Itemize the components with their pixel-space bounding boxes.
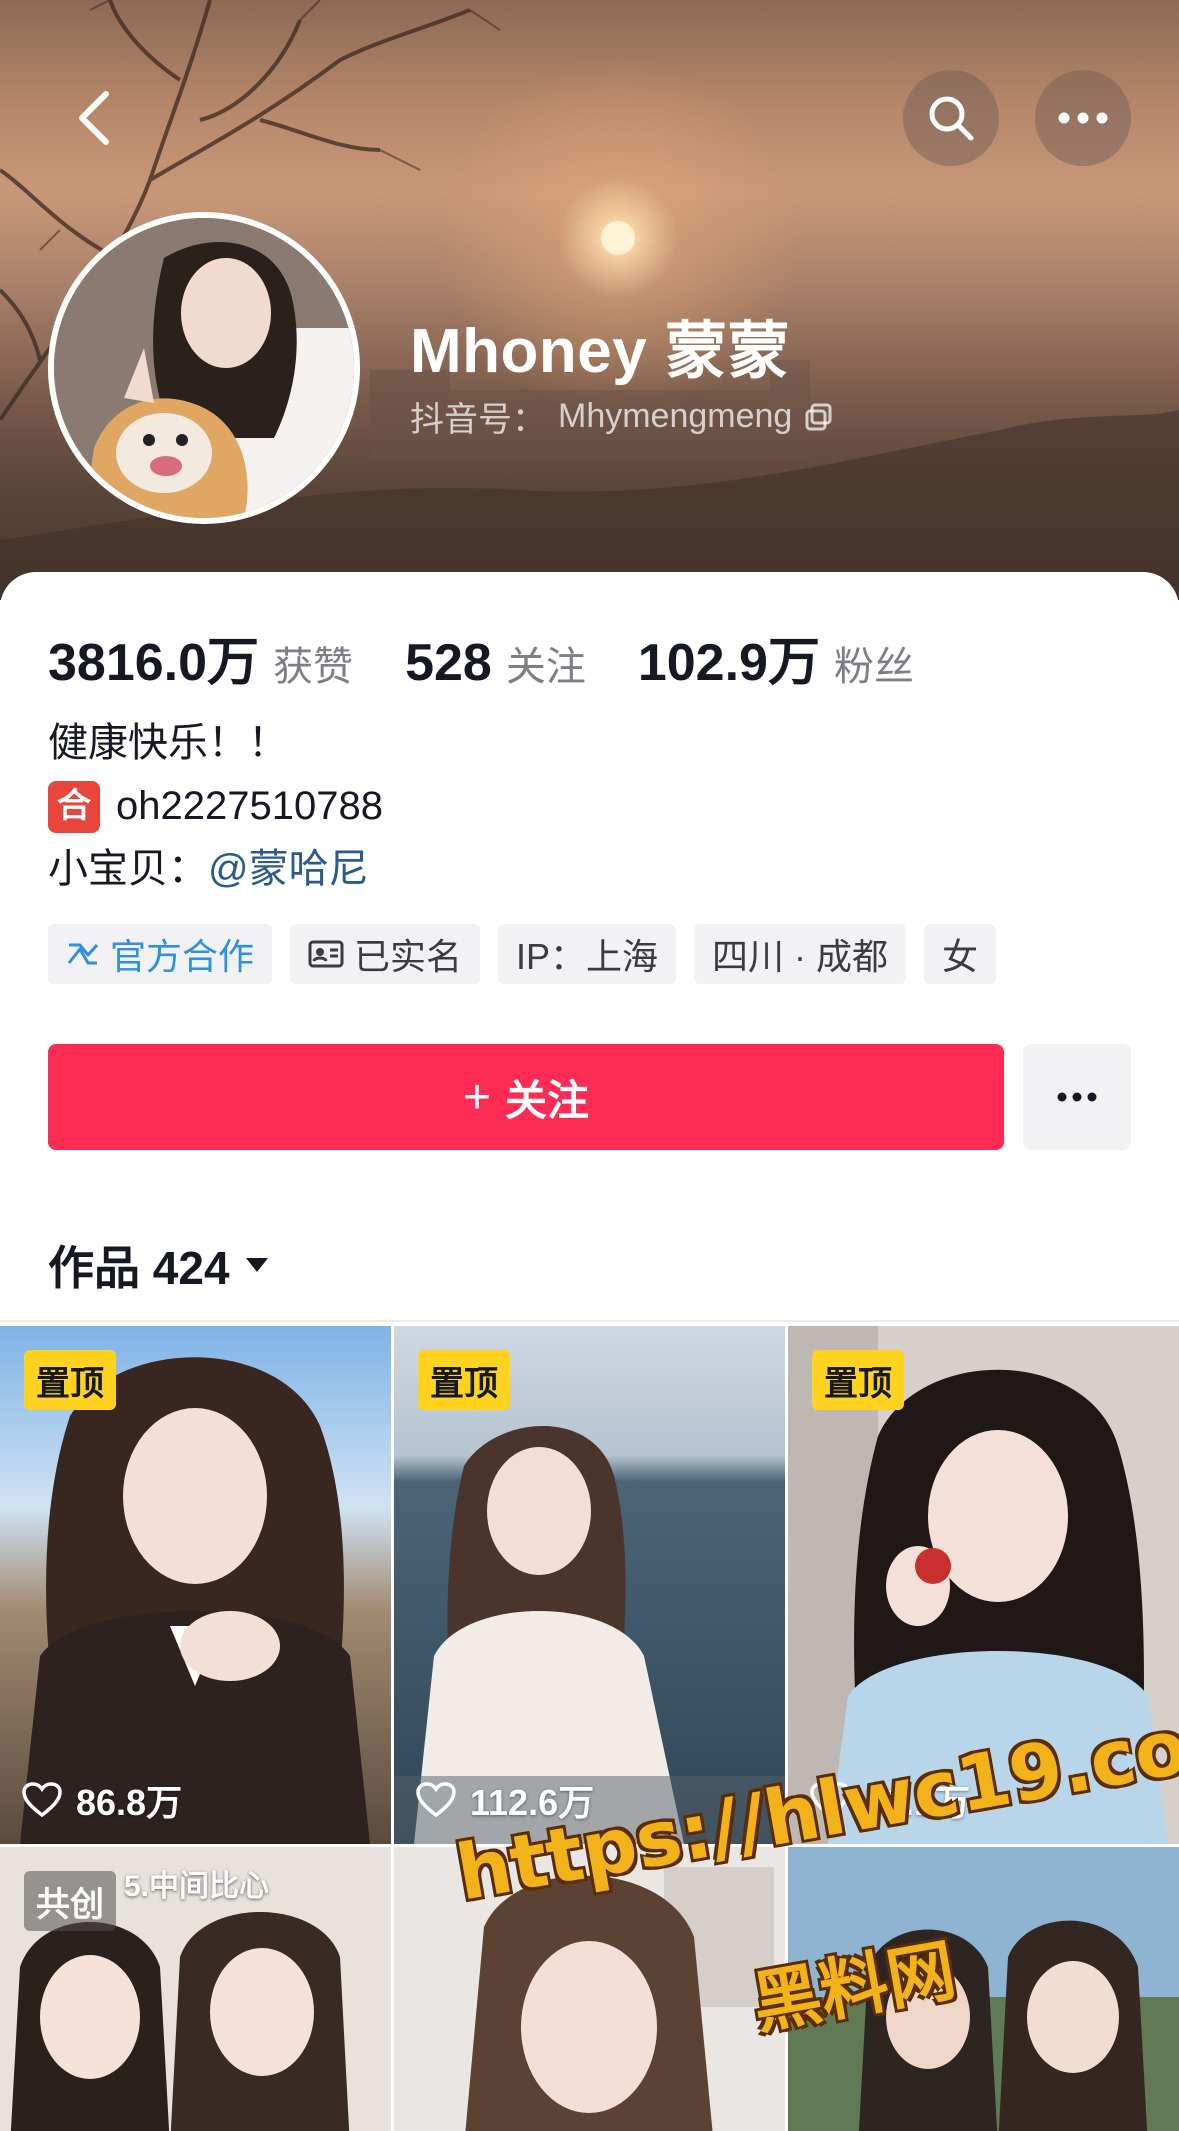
nickname: Mhoney 蒙蒙: [410, 317, 790, 386]
stat-following[interactable]: 528 关注: [405, 633, 586, 693]
id-card-icon: [308, 940, 344, 968]
douyin-id-label: 抖音号：: [410, 401, 546, 439]
divider: [0, 1320, 1179, 1322]
tag-row: 官方合作 已实名 IP：上海 四川 · 成都 女: [48, 924, 997, 984]
stat-likes[interactable]: 3816.0万 获赞: [48, 620, 353, 695]
bio: 健康快乐！！ 合 oh2227510788 小宝贝： @蒙哈尼: [48, 712, 383, 901]
pinned-badge: 置顶: [812, 1350, 904, 1410]
co-creation-badge: 共创: [24, 1871, 116, 1931]
stat-label: 关注: [505, 645, 586, 689]
video-thumbnail[interactable]: 置顶 86.8万: [0, 1326, 391, 1844]
search-icon: [929, 96, 974, 141]
bio-line: 合 oh2227510788: [48, 775, 383, 838]
pinned-badge: 置顶: [24, 1350, 116, 1410]
tag-ip: IP：上海: [498, 924, 677, 984]
douyin-id-value: Mhymengmeng: [558, 397, 793, 435]
video-thumbnail[interactable]: 置顶 112.6万: [394, 1326, 785, 1844]
he-emoji-badge: 合: [48, 780, 100, 833]
handshake-icon: [67, 943, 99, 965]
more-dots-icon: [1058, 112, 1108, 124]
tag-label: IP：上海: [516, 936, 659, 977]
like-value: 86.8万: [76, 1782, 183, 1823]
stat-followers[interactable]: 102.9万 粉丝: [638, 620, 914, 695]
tag-gender: 女: [924, 924, 997, 984]
tag-label: 官方合作: [110, 936, 255, 977]
avatar[interactable]: [48, 212, 360, 524]
follow-more-button[interactable]: [1023, 1044, 1131, 1150]
stats-row: 3816.0万 获赞 528 关注 102.9万 粉丝: [48, 620, 966, 695]
tag-label: 四川 · 成都: [712, 936, 889, 977]
tag-label: 女: [942, 936, 979, 977]
tag-label: 已实名: [354, 936, 463, 977]
bio-line: 健康快乐！！: [48, 721, 288, 765]
more-options-button[interactable]: [1035, 70, 1131, 166]
back-arrow-icon: [79, 91, 109, 145]
video-grid: 置顶 86.8万 置顶 112.6万 置顶 83.1万 共创 5.中间比心: [0, 1326, 1179, 2131]
like-count: 86.8万: [22, 1774, 182, 1826]
video-caption: 5.中间比心: [124, 1870, 270, 1903]
stat-value: 528: [405, 634, 492, 692]
stat-label: 粉丝: [833, 645, 914, 689]
pinned-badge: 置顶: [418, 1350, 510, 1410]
follow-button[interactable]: + 关注: [48, 1044, 1004, 1150]
bio-contact: oh2227510788: [116, 784, 383, 828]
tag-verified[interactable]: 已实名: [290, 924, 481, 984]
profile-cover: Mhoney 蒙蒙 抖音号： Mhymengmeng: [0, 0, 1179, 600]
plus-icon: +: [462, 1070, 491, 1124]
heart-icon: [22, 1782, 62, 1818]
heart-icon: [416, 1782, 456, 1818]
stat-label: 获赞: [273, 645, 354, 689]
bio-line: 小宝贝： @蒙哈尼: [48, 838, 383, 901]
avatar-illustration: [54, 218, 354, 518]
search-button[interactable]: [903, 70, 999, 166]
douyin-id-row[interactable]: 抖音号： Mhymengmeng: [410, 392, 834, 441]
tag-location: 四川 · 成都: [694, 924, 907, 984]
bio-prefix: 小宝贝：: [48, 847, 208, 891]
back-button[interactable]: [46, 70, 142, 166]
video-thumbnail[interactable]: 共创 5.中间比心: [0, 1847, 391, 2131]
tab-works[interactable]: 作品 424: [48, 1232, 270, 1298]
stat-value: 3816.0万: [48, 634, 260, 692]
copy-icon[interactable]: [804, 402, 834, 432]
works-label: 作品 424: [48, 1242, 230, 1294]
mention-link[interactable]: @蒙哈尼: [208, 838, 369, 901]
tag-official-cooperation[interactable]: 官方合作: [48, 924, 273, 984]
more-dots-icon: [1057, 1092, 1097, 1102]
follow-label: 关注: [505, 1076, 590, 1124]
stat-value: 102.9万: [637, 634, 820, 692]
caret-down-icon: [245, 1258, 268, 1272]
